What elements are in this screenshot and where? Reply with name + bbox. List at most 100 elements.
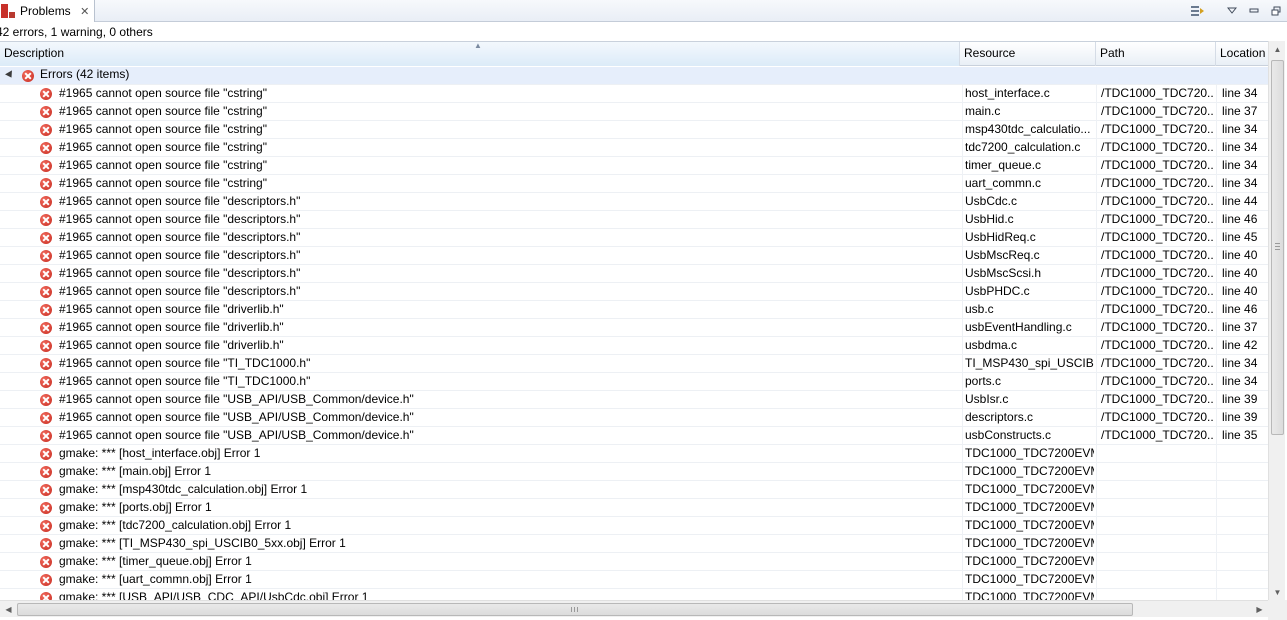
- cell-location: [1216, 517, 1268, 535]
- problems-icon: [1, 4, 15, 18]
- cell-path: /TDC1000_TDC720...: [1096, 229, 1214, 247]
- expand-toggle-icon[interactable]: [5, 70, 15, 80]
- table-row[interactable]: #1965 cannot open source file "descripto…: [0, 247, 1268, 265]
- cell-path: /TDC1000_TDC720...: [1096, 427, 1214, 445]
- table-row[interactable]: gmake: *** [uart_commn.obj] Error 1 TDC10…: [0, 571, 1268, 589]
- table-row[interactable]: #1965 cannot open source file "cstring" m…: [0, 103, 1268, 121]
- cell-location: line 34: [1216, 373, 1268, 391]
- column-header-description[interactable]: ▲ Description: [0, 42, 960, 66]
- table-row[interactable]: #1965 cannot open source file "cstring" t…: [0, 139, 1268, 157]
- table-row[interactable]: #1965 cannot open source file "TI_TDC100…: [0, 373, 1268, 391]
- cell-path: /TDC1000_TDC720...: [1096, 373, 1214, 391]
- cell-description: #1965 cannot open source file "TI_TDC100…: [0, 373, 958, 391]
- table-row[interactable]: #1965 cannot open source file "cstring" m…: [0, 121, 1268, 139]
- column-header-resource[interactable]: Resource: [960, 42, 1096, 66]
- cell-path: [1096, 535, 1214, 553]
- cell-location: line 37: [1216, 103, 1268, 121]
- cell-path: [1096, 481, 1214, 499]
- scroll-right-icon[interactable]: ▶: [1251, 601, 1268, 618]
- horizontal-scroll-thumb[interactable]: [17, 603, 1133, 616]
- table-row[interactable]: #1965 cannot open source file "driverlib…: [0, 301, 1268, 319]
- cell-location: [1216, 553, 1268, 571]
- description-text: gmake: *** [tdc7200_calculation.obj] Err…: [59, 518, 292, 532]
- description-text: #1965 cannot open source file "driverlib…: [59, 338, 284, 352]
- cell-path: /TDC1000_TDC720...: [1096, 247, 1214, 265]
- table-row[interactable]: #1965 cannot open source file "descripto…: [0, 211, 1268, 229]
- table-row[interactable]: gmake: *** [timer_queue.obj] Error 1 TDC1…: [0, 553, 1268, 571]
- horizontal-scrollbar[interactable]: ◀ ▶: [0, 600, 1268, 617]
- table-row[interactable]: gmake: *** [TI_MSP430_spi_USCIB0_5xx.obj…: [0, 535, 1268, 553]
- table-row[interactable]: gmake: *** [tdc7200_calculation.obj] Err…: [0, 517, 1268, 535]
- table-row[interactable]: #1965 cannot open source file "TI_TDC100…: [0, 355, 1268, 373]
- problems-table: ▲ Description Resource Path Location Err…: [0, 41, 1268, 601]
- table-row[interactable]: #1965 cannot open source file "USB_API/U…: [0, 391, 1268, 409]
- table-row[interactable]: gmake: *** [main.obj] Error 1 TDC1000_TDC…: [0, 463, 1268, 481]
- focus-icon[interactable]: [1187, 0, 1209, 22]
- cell-resource: timer_queue.c: [962, 157, 1094, 175]
- cell-description: #1965 cannot open source file "USB_API/U…: [0, 409, 958, 427]
- table-row[interactable]: #1965 cannot open source file "cstring" u…: [0, 175, 1268, 193]
- column-header-location[interactable]: Location: [1216, 42, 1268, 66]
- tab-problems[interactable]: Problems ✕: [0, 0, 95, 22]
- scroll-left-icon[interactable]: ◀: [0, 601, 17, 618]
- cell-resource: TDC1000_TDC7200EVM: [962, 499, 1094, 517]
- cell-description: #1965 cannot open source file "cstring": [0, 85, 958, 103]
- cell-location: line 34: [1216, 139, 1268, 157]
- cell-resource: TDC1000_TDC7200EVM: [962, 553, 1094, 571]
- table-row[interactable]: #1965 cannot open source file "descripto…: [0, 229, 1268, 247]
- table-row[interactable]: gmake: *** [host_interface.obj] Error 1 T…: [0, 445, 1268, 463]
- cell-description: #1965 cannot open source file "descripto…: [0, 247, 958, 265]
- cell-path: /TDC1000_TDC720...: [1096, 355, 1214, 373]
- cell-resource: usbdma.c: [962, 337, 1094, 355]
- cell-location: [1216, 463, 1268, 481]
- cell-description: gmake: *** [tdc7200_calculation.obj] Err…: [0, 517, 958, 535]
- cell-description: #1965 cannot open source file "descripto…: [0, 229, 958, 247]
- description-text: #1965 cannot open source file "cstring": [59, 140, 267, 154]
- table-row[interactable]: #1965 cannot open source file "descripto…: [0, 283, 1268, 301]
- cell-resource: TDC1000_TDC7200EVM: [962, 463, 1094, 481]
- table-row[interactable]: #1965 cannot open source file "USB_API/U…: [0, 427, 1268, 445]
- cell-location: line 42: [1216, 337, 1268, 355]
- table-row[interactable]: #1965 cannot open source file "USB_API/U…: [0, 409, 1268, 427]
- scroll-up-icon[interactable]: ▲: [1269, 41, 1286, 58]
- cell-location: [1216, 535, 1268, 553]
- table-row[interactable]: gmake: *** [msp430tdc_calculation.obj] E…: [0, 481, 1268, 499]
- table-row[interactable]: #1965 cannot open source file "driverlib…: [0, 337, 1268, 355]
- cell-location: line 34: [1216, 121, 1268, 139]
- table-row[interactable]: #1965 cannot open source file "cstring" t…: [0, 157, 1268, 175]
- cell-description: #1965 cannot open source file "cstring": [0, 157, 958, 175]
- cell-path: [1096, 445, 1214, 463]
- cell-resource: TDC1000_TDC7200EVM: [962, 445, 1094, 463]
- cell-resource: UsbMscScsi.h: [962, 265, 1094, 283]
- cell-location: line 44: [1216, 193, 1268, 211]
- cell-description: gmake: *** [ports.obj] Error 1: [0, 499, 958, 517]
- tab-label: Problems: [20, 4, 71, 18]
- close-icon[interactable]: ✕: [79, 5, 91, 18]
- view-menu-icon[interactable]: [1221, 0, 1243, 22]
- minimize-icon[interactable]: [1243, 0, 1265, 22]
- vertical-scroll-thumb[interactable]: [1271, 60, 1284, 435]
- table-row[interactable]: #1965 cannot open source file "cstring" h…: [0, 85, 1268, 103]
- description-text: #1965 cannot open source file "TI_TDC100…: [59, 356, 311, 370]
- cell-resource: usbEventHandling.c: [962, 319, 1094, 337]
- table-row[interactable]: #1965 cannot open source file "descripto…: [0, 193, 1268, 211]
- table-row[interactable]: #1965 cannot open source file "driverlib…: [0, 319, 1268, 337]
- column-header-label: Resource: [964, 46, 1016, 60]
- cell-resource: usbConstructs.c: [962, 427, 1094, 445]
- cell-description: #1965 cannot open source file "cstring": [0, 121, 958, 139]
- cell-path: /TDC1000_TDC720...: [1096, 391, 1214, 409]
- cell-description: gmake: *** [msp430tdc_calculation.obj] E…: [0, 481, 958, 499]
- description-text: #1965 cannot open source file "USB_API/U…: [59, 410, 414, 424]
- description-text: #1965 cannot open source file "cstring": [59, 86, 267, 100]
- cell-resource: TI_MSP430_spi_USCIB0...: [962, 355, 1094, 373]
- group-label: Errors (42 items): [40, 67, 130, 81]
- table-row[interactable]: #1965 cannot open source file "descripto…: [0, 265, 1268, 283]
- scroll-down-icon[interactable]: ▼: [1269, 584, 1286, 601]
- vertical-scrollbar[interactable]: ▲ ▼: [1268, 41, 1285, 601]
- table-row[interactable]: gmake: *** [ports.obj] Error 1 TDC1000_TD…: [0, 499, 1268, 517]
- cell-location: line 40: [1216, 283, 1268, 301]
- column-header-path[interactable]: Path: [1096, 42, 1216, 66]
- group-row-errors[interactable]: Errors (42 items): [0, 67, 1268, 85]
- cell-description: #1965 cannot open source file "cstring": [0, 139, 958, 157]
- maximize-icon[interactable]: [1265, 0, 1287, 22]
